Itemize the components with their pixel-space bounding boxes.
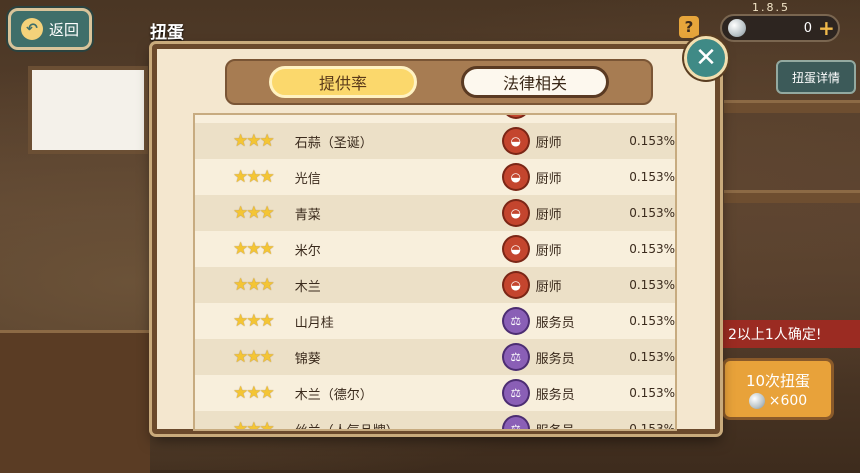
rarity-stars: ★★★ bbox=[195, 274, 295, 295]
job-label: 厨师 bbox=[535, 279, 562, 295]
star-icon: ★ bbox=[233, 113, 248, 114]
star-icon: ★ bbox=[259, 166, 275, 187]
chef-pan-icon: ◒ bbox=[501, 271, 530, 299]
job-label: 厨师 bbox=[535, 207, 562, 223]
star-icon: ★ bbox=[259, 238, 275, 259]
tab-legal[interactable]: 法律相关 bbox=[461, 66, 609, 98]
version-label: 1.8.5 bbox=[752, 1, 790, 14]
chef-pan-icon: ◒ bbox=[501, 127, 530, 155]
drop-rate: 0.153% bbox=[629, 134, 675, 148]
star-icon: ★ bbox=[260, 113, 275, 114]
rarity-stars: ★★★ bbox=[195, 382, 295, 403]
star-icon: ★ bbox=[246, 113, 261, 114]
currency-count: 0 bbox=[803, 20, 812, 36]
rates-list[interactable]: ★★★◒厨师★★★石蒜（圣诞）◒厨师0.153%★★★光信◒厨师0.153%★★… bbox=[193, 113, 677, 431]
drop-rate: 0.153% bbox=[629, 386, 675, 400]
silver-orb-icon bbox=[748, 392, 765, 409]
rates-list-body: ★★★◒厨师★★★石蒜（圣诞）◒厨师0.153%★★★光信◒厨师0.153%★★… bbox=[195, 113, 675, 431]
drop-rate: 0.153% bbox=[629, 350, 675, 364]
job-label: 厨师 bbox=[535, 171, 562, 187]
tab-rates[interactable]: 提供率 bbox=[269, 66, 417, 98]
silver-orb-icon bbox=[728, 19, 746, 37]
drop-rate: 0.153% bbox=[629, 206, 675, 220]
rarity-stars: ★★★ bbox=[195, 418, 295, 431]
list-item: ★ ★ ★ 锦葵 ⚖ 服务员 0.153% bbox=[195, 339, 675, 375]
list-item: ★ ★ ★ 米尔 ◒ 厨师 0.153% bbox=[195, 231, 675, 267]
chef-pan-icon: ◒ bbox=[501, 163, 530, 191]
job-label: 服务员 bbox=[535, 315, 575, 331]
star-icon: ★ bbox=[259, 382, 275, 403]
drop-rate: 0.153% bbox=[629, 170, 675, 184]
list-item: ★ ★ ★ 丝兰（人气品牌） ⚖ 服务员 0.153% bbox=[195, 411, 675, 431]
star-icon: ★ bbox=[259, 346, 275, 367]
close-button[interactable]: ✕ bbox=[684, 36, 728, 80]
list-item: ★★★◒厨师 bbox=[195, 113, 675, 123]
rarity-stars: ★★★ bbox=[195, 130, 295, 151]
drop-rate: 0.153% bbox=[629, 422, 675, 431]
rarity-stars: ★★★ bbox=[195, 113, 295, 114]
page-title: 扭蛋 bbox=[150, 23, 184, 43]
chef-pan-icon: ◒ bbox=[501, 199, 530, 227]
rates-modal: 提供率 法律相关 ★★★◒厨师★★★石蒜（圣诞）◒厨师0.153%★★★光信◒厨… bbox=[152, 44, 720, 434]
background-shelf bbox=[724, 100, 860, 113]
back-arrow-icon: ↶ bbox=[21, 18, 43, 40]
character-name: 石蒜（圣诞） bbox=[294, 135, 373, 151]
character-name: 木兰 bbox=[294, 279, 321, 295]
drop-rate: 0.153% bbox=[629, 314, 675, 328]
job-label: 厨师 bbox=[535, 243, 562, 259]
back-button[interactable]: ↶ 返回 bbox=[8, 8, 92, 50]
draw-cost: ×600 bbox=[748, 392, 808, 409]
background-picture-frame bbox=[28, 66, 148, 154]
help-button[interactable]: ? bbox=[679, 16, 699, 38]
job-label: 厨师 bbox=[535, 135, 562, 151]
list-item: ★ ★ ★ 木兰（德尔） ⚖ 服务员 0.153% bbox=[195, 375, 675, 411]
close-icon: ✕ bbox=[695, 43, 717, 73]
scales-icon: ⚖ bbox=[501, 415, 530, 429]
add-currency-button[interactable]: + bbox=[818, 16, 838, 40]
character-name: 木兰（德尔） bbox=[294, 387, 373, 403]
job-label: 服务员 bbox=[535, 423, 575, 431]
scales-icon: ⚖ bbox=[501, 343, 530, 371]
background-shelf bbox=[724, 190, 860, 203]
promo-banner: 2以上1人确定! bbox=[722, 320, 860, 348]
rarity-stars: ★★★ bbox=[195, 202, 295, 223]
drop-rate: 0.153% bbox=[629, 242, 675, 256]
star-icon: ★ bbox=[259, 418, 275, 431]
character-name: 丝兰（人气品牌） bbox=[294, 423, 399, 431]
character-name: 锦葵 bbox=[294, 351, 321, 367]
draw-label: 10次扭蛋 bbox=[745, 371, 811, 390]
job-label: 服务员 bbox=[535, 351, 575, 367]
chef-pan-icon: ◒ bbox=[501, 115, 530, 119]
character-name: 米尔 bbox=[294, 243, 321, 259]
rarity-stars: ★★★ bbox=[195, 310, 295, 331]
job-label: 厨师 bbox=[536, 113, 616, 115]
background-shelf bbox=[0, 330, 150, 473]
job-label: 服务员 bbox=[535, 387, 575, 403]
chef-pan-icon: ◒ bbox=[501, 235, 530, 263]
scales-icon: ⚖ bbox=[501, 307, 530, 335]
star-icon: ★ bbox=[259, 202, 275, 223]
rarity-stars: ★★★ bbox=[195, 166, 295, 187]
draw-cost-value: ×600 bbox=[768, 392, 808, 409]
list-item: ★ ★ ★ 光信 ◒ 厨师 0.153% bbox=[195, 159, 675, 195]
modal-tab-bar: 提供率 法律相关 bbox=[225, 59, 653, 105]
scales-icon: ⚖ bbox=[501, 379, 530, 407]
character-name: 山月桂 bbox=[294, 315, 334, 331]
rarity-stars: ★★★ bbox=[195, 238, 295, 259]
ten-draw-button[interactable]: 10次扭蛋 ×600 bbox=[722, 358, 834, 420]
star-icon: ★ bbox=[259, 130, 275, 151]
list-item: ★ ★ ★ 木兰 ◒ 厨师 0.153% bbox=[195, 267, 675, 303]
rarity-stars: ★★★ bbox=[195, 346, 295, 367]
list-item: ★ ★ ★ 山月桂 ⚖ 服务员 0.153% bbox=[195, 303, 675, 339]
currency-bar: 0 + bbox=[720, 14, 840, 42]
star-icon: ★ bbox=[259, 274, 275, 295]
back-label: 返回 bbox=[49, 20, 80, 39]
drop-rate: 0.153% bbox=[629, 278, 675, 292]
character-name: 青菜 bbox=[294, 207, 321, 223]
list-item: ★ ★ ★ 青菜 ◒ 厨师 0.153% bbox=[195, 195, 675, 231]
character-name: 光信 bbox=[294, 171, 321, 187]
star-icon: ★ bbox=[259, 310, 275, 331]
gacha-detail-button[interactable]: 扭蛋详情 bbox=[776, 60, 856, 94]
list-item: ★ ★ ★ 石蒜（圣诞） ◒ 厨师 0.153% bbox=[195, 123, 675, 159]
